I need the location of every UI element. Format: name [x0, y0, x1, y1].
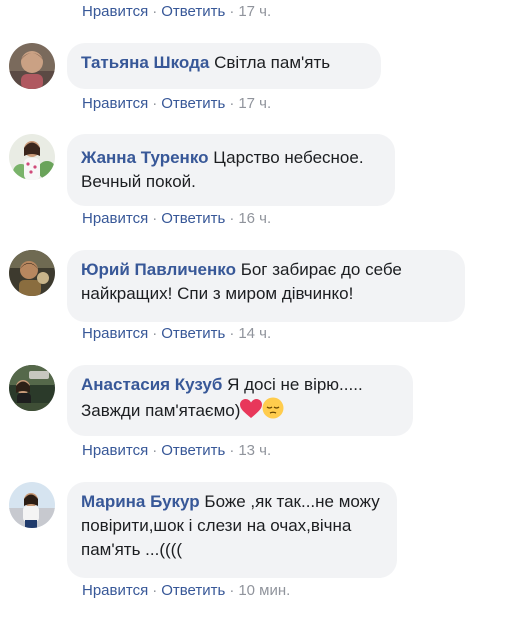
separator: · — [229, 325, 235, 342]
comment-text: Світла пам'ять — [214, 53, 331, 72]
separator: · — [152, 325, 158, 342]
red-heart-icon — [240, 399, 263, 426]
separator: · — [229, 3, 235, 20]
comment-time[interactable]: 14 ч. — [238, 325, 271, 342]
like-link[interactable]: Нравится — [82, 95, 148, 112]
separator: · — [152, 582, 158, 599]
avatar[interactable] — [9, 134, 55, 180]
avatar[interactable] — [9, 482, 55, 528]
comment-author[interactable]: Марина Букур — [81, 492, 200, 511]
like-link[interactable]: Нравится — [82, 325, 148, 342]
avatar[interactable] — [9, 43, 55, 89]
like-link[interactable]: Нравится — [82, 582, 148, 599]
comment-time[interactable]: 17 ч. — [238, 95, 271, 112]
comment-author[interactable]: Жанна Туренко — [81, 148, 208, 167]
reply-link[interactable]: Ответить — [161, 442, 225, 459]
comment-time[interactable]: 17 ч. — [238, 3, 271, 20]
reply-link[interactable]: Ответить — [161, 3, 225, 20]
comment-bubble: Анастасия Кузуб Я досі не вірю..... Завж… — [67, 365, 413, 436]
like-link[interactable]: Нравится — [82, 442, 148, 459]
comment-bubble: Юрий Павличенко Бог забирає до себе найк… — [67, 250, 465, 322]
comment-time[interactable]: 16 ч. — [238, 210, 271, 227]
reply-link[interactable]: Ответить — [161, 325, 225, 342]
comment-time[interactable]: 10 мин. — [238, 582, 290, 599]
comment-author[interactable]: Юрий Павличенко — [81, 260, 236, 279]
comment-author[interactable]: Татьяна Шкода — [81, 53, 209, 72]
comment-time[interactable]: 13 ч. — [238, 442, 271, 459]
separator: · — [229, 442, 235, 459]
comment-actions: Нравится · Ответить · 17 ч. — [82, 96, 271, 112]
pensive-face-icon — [262, 397, 284, 426]
reply-link[interactable]: Ответить — [161, 210, 225, 227]
separator: · — [229, 582, 235, 599]
comment-bubble: Марина Букур Боже ,як так...не можу пові… — [67, 482, 397, 578]
separator: · — [152, 210, 158, 227]
avatar[interactable] — [9, 250, 55, 296]
separator: · — [152, 442, 158, 459]
comment-actions: Нравится · Ответить · 17 ч. — [82, 4, 271, 20]
comment-actions: Нравится · Ответить · 13 ч. — [82, 443, 271, 459]
comment-bubble: Татьяна Шкода Світла пам'ять — [67, 43, 381, 89]
separator: · — [229, 210, 235, 227]
reply-link[interactable]: Ответить — [161, 582, 225, 599]
like-link[interactable]: Нравится — [82, 3, 148, 20]
comment-author[interactable]: Анастасия Кузуб — [81, 375, 222, 394]
avatar[interactable] — [9, 365, 55, 411]
reply-link[interactable]: Ответить — [161, 95, 225, 112]
separator: · — [152, 95, 158, 112]
comment-bubble: Жанна Туренко Царство небесное. Вечный п… — [67, 134, 395, 206]
separator: · — [152, 3, 158, 20]
comment-actions: Нравится · Ответить · 10 мин. — [82, 583, 290, 599]
comment-actions: Нравится · Ответить · 14 ч. — [82, 326, 271, 342]
comment-actions: Нравится · Ответить · 16 ч. — [82, 211, 271, 227]
like-link[interactable]: Нравится — [82, 210, 148, 227]
separator: · — [229, 95, 235, 112]
